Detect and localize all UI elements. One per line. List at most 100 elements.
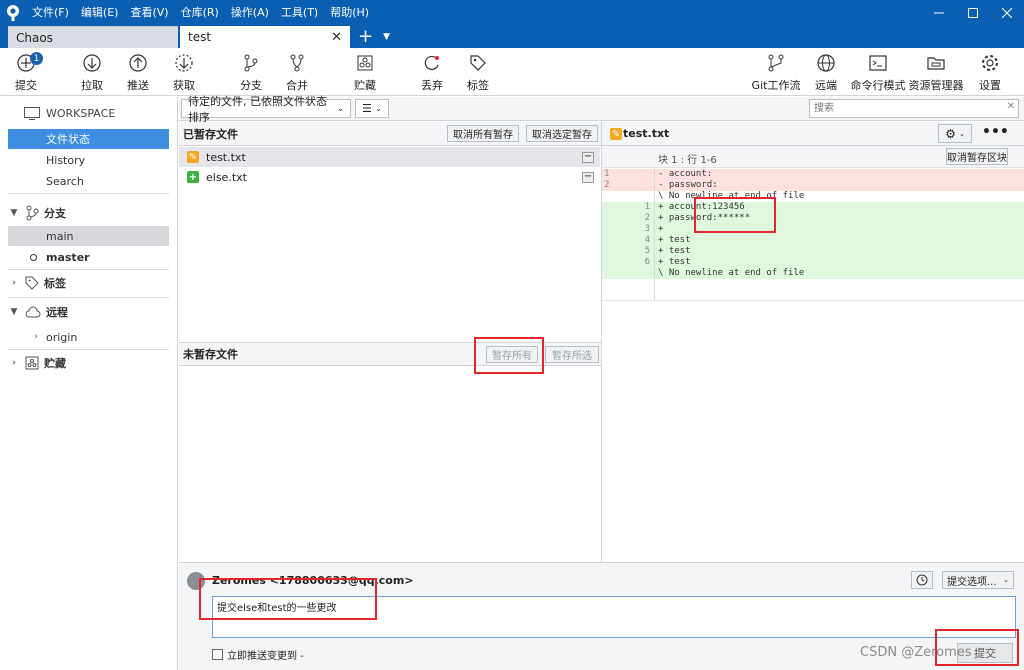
branches-header[interactable]: ▼ 分支 [8, 205, 66, 221]
chevron-right-icon: › [12, 278, 16, 288]
merge-icon [286, 52, 308, 74]
menu-file[interactable]: 文件(F) [26, 0, 75, 26]
diff-end-divider [602, 300, 1024, 301]
menu-tools[interactable]: 工具(T) [275, 0, 324, 26]
sidebar-item-search[interactable]: Search [8, 171, 169, 191]
close-window-button[interactable] [990, 0, 1024, 26]
chevron-down-icon: ⌄ [1003, 576, 1009, 584]
diff-line[interactable]: 1 + account:123456 [602, 202, 1024, 213]
stash-button[interactable]: 贮藏 [339, 52, 391, 93]
terminal-button[interactable]: 命令行模式 [850, 52, 906, 93]
merge-label: 合并 [286, 79, 308, 92]
remotes-header[interactable]: ▼ 远程 [8, 304, 68, 320]
explorer-button[interactable]: 资源管理器 [909, 52, 964, 93]
staged-file-row[interactable]: ✎ test.txt − [179, 147, 600, 167]
merge-button[interactable]: 合并 [271, 52, 323, 93]
sort-dropdown-label: 待定的文件, 已依照文件状态排序 [188, 94, 327, 124]
remote-button[interactable]: 远端 [800, 52, 852, 93]
tags-header[interactable]: › 标签 [8, 275, 66, 291]
tag-icon [25, 276, 39, 290]
new-line-number [624, 191, 654, 202]
branch-label: 分支 [240, 79, 262, 92]
push-button[interactable]: 推送 [112, 52, 164, 93]
diff-code-text: \ No newline at end of file [654, 268, 1024, 279]
diff-header: ✎ test.txt ⚙ ⌄ ••• [602, 122, 1024, 146]
sort-dropdown[interactable]: 待定的文件, 已依照文件状态排序 ⌄ [181, 95, 351, 124]
diff-code-text: - account: [654, 169, 1024, 180]
stage-all-button[interactable]: 暂存所有 [486, 346, 538, 363]
settings-button[interactable]: 设置 [964, 52, 1016, 93]
tab-test[interactable]: test ✕ [180, 26, 350, 48]
new-tab-plus-icon[interactable]: + [358, 26, 373, 48]
tab-chaos[interactable]: Chaos [8, 26, 178, 48]
button-label: 取消暂存区块 [947, 153, 1007, 164]
view-mode-dropdown[interactable]: ☰ ⌄ [355, 99, 389, 118]
unstage-file-minus-icon[interactable]: − [582, 171, 594, 183]
sidebar-remote-origin[interactable]: › origin [8, 327, 169, 347]
settings-label: 设置 [979, 79, 1001, 92]
tab-label: test [188, 30, 212, 44]
diff-line[interactable]: 1 - account: [602, 169, 1024, 180]
commit-button[interactable]: 1 提交 [0, 52, 52, 93]
discard-refresh-icon [421, 52, 443, 74]
branch-name: main [46, 229, 74, 243]
unstaged-files-title: 未暂存文件 [183, 348, 238, 361]
sidebar-item-label: 文件状态 [46, 133, 90, 146]
maximize-button[interactable] [956, 0, 990, 26]
old-line-number: 1 [604, 169, 610, 179]
push-now-checkbox[interactable] [212, 649, 223, 660]
unstage-file-minus-icon[interactable]: − [582, 151, 594, 163]
file-filter-bar: 待定的文件, 已依照文件状态排序 ⌄ ☰ ⌄ ✕ [179, 95, 1024, 124]
branch-button[interactable]: 分支 [225, 52, 277, 93]
staged-files-title: 已暂存文件 [183, 127, 238, 141]
stashes-header[interactable]: › 贮藏 [8, 355, 66, 371]
menu-repository[interactable]: 仓库(R) [175, 0, 225, 26]
diff-line[interactable]: 4 + test [602, 235, 1024, 246]
sidebar-branch-master[interactable]: master [8, 247, 169, 267]
diff-line[interactable]: \ No newline at end of file [602, 268, 1024, 279]
commit-options-label: 提交选项... [947, 576, 997, 588]
sidebar-item-file-status[interactable]: 文件状态 [8, 129, 169, 149]
diff-line[interactable]: 5 + test [602, 246, 1024, 257]
diff-line[interactable]: 2 - password: [602, 180, 1024, 191]
clear-search-icon[interactable]: ✕ [1007, 101, 1015, 112]
diff-options-gear-button[interactable]: ⚙ ⌄ [938, 124, 972, 143]
commit-options-dropdown[interactable]: 提交选项... ⌄ [942, 571, 1014, 589]
tab-close-icon[interactable]: ✕ [331, 30, 342, 45]
fetch-arrow-down-dashed-icon [173, 52, 195, 74]
unstage-all-button[interactable]: 取消所有暂存 [447, 125, 519, 142]
diff-line[interactable]: 6 + test [602, 257, 1024, 268]
unstage-hunk-button[interactable]: 取消暂存区块 [946, 148, 1008, 165]
more-options-icon[interactable]: ••• [982, 124, 1009, 140]
pull-button[interactable]: 拉取 [66, 52, 118, 93]
tab-label: Chaos [16, 30, 53, 45]
menu-actions[interactable]: 操作(A) [225, 0, 275, 26]
gitflow-button[interactable]: Git工作流 [750, 52, 802, 93]
diff-line[interactable]: 2 + password:****** [602, 213, 1024, 224]
menu-help[interactable]: 帮助(H) [324, 0, 375, 26]
folder-icon [925, 52, 947, 74]
unstage-selected-button[interactable]: 取消选定暂存 [526, 125, 598, 142]
tag-button[interactable]: 标签 [452, 52, 504, 93]
minimize-button[interactable] [922, 0, 956, 26]
commit-message-input[interactable]: 提交else和test的一些更改 [212, 596, 1016, 638]
close-icon [1002, 8, 1012, 18]
sidebar-branch-main[interactable]: main [8, 226, 169, 246]
diff-line[interactable]: 3 + [602, 224, 1024, 235]
commit-history-button[interactable] [911, 571, 933, 589]
sidebar-item-label: History [46, 153, 86, 167]
menu-edit[interactable]: 编辑(E) [75, 0, 125, 26]
menu-view[interactable]: 查看(V) [124, 0, 174, 26]
search-input[interactable] [809, 99, 1019, 118]
staged-file-row[interactable]: + else.txt − [179, 167, 600, 187]
fetch-button[interactable]: 获取 [158, 52, 210, 93]
title-bar: 文件(F) 编辑(E) 查看(V) 仓库(R) 操作(A) 工具(T) 帮助(H… [0, 0, 1024, 26]
chevron-down-icon: ⌄ [375, 104, 382, 113]
discard-button[interactable]: 丢弃 [406, 52, 458, 93]
tab-list-chevron-down-icon[interactable]: ▼ [383, 26, 390, 48]
terminal-label: 命令行模式 [850, 79, 906, 92]
stage-selected-button[interactable]: 暂存所选 [545, 346, 599, 363]
diff-line[interactable]: \ No newline at end of file [602, 191, 1024, 202]
sidebar-item-history[interactable]: History [8, 150, 169, 170]
push-now-checkbox-row[interactable]: 立即推送变更到 - [212, 647, 304, 662]
